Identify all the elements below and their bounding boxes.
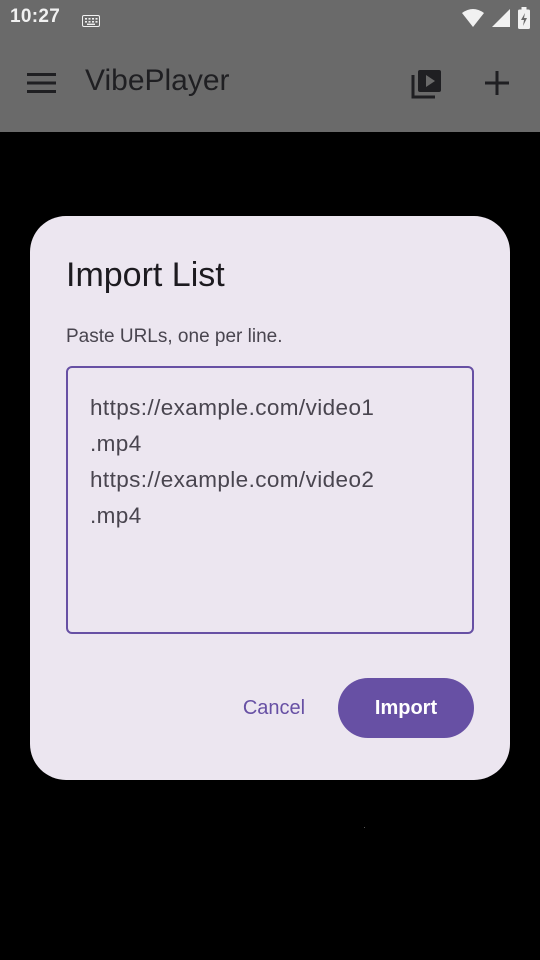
menu-icon[interactable] [27, 72, 57, 98]
battery-icon [518, 7, 530, 33]
app-bar: VibePlayer [0, 36, 540, 132]
add-icon[interactable] [484, 70, 510, 100]
cancel-button[interactable]: Cancel [226, 682, 322, 734]
import-list-dialog: Import List Paste URLs, one per line. ht… [30, 216, 510, 780]
dialog-title: Import List [66, 256, 225, 294]
import-button[interactable]: Import [338, 678, 474, 738]
signal-icon [492, 9, 510, 31]
app-title: VibePlayer [85, 64, 230, 97]
status-time: 10:27 [10, 6, 61, 27]
dialog-message: Paste URLs, one per line. [66, 326, 283, 347]
screen-dot [364, 827, 365, 828]
keyboard-icon [82, 12, 100, 31]
url-input-text[interactable]: https://example.com/video1 .mp4 https://… [90, 390, 450, 534]
playlist-play-icon[interactable] [410, 68, 442, 104]
status-icons [462, 7, 530, 33]
url-input-field[interactable]: https://example.com/video1 .mp4 https://… [66, 366, 474, 634]
wifi-icon [462, 8, 484, 32]
status-bar: 10:27 [0, 0, 540, 36]
